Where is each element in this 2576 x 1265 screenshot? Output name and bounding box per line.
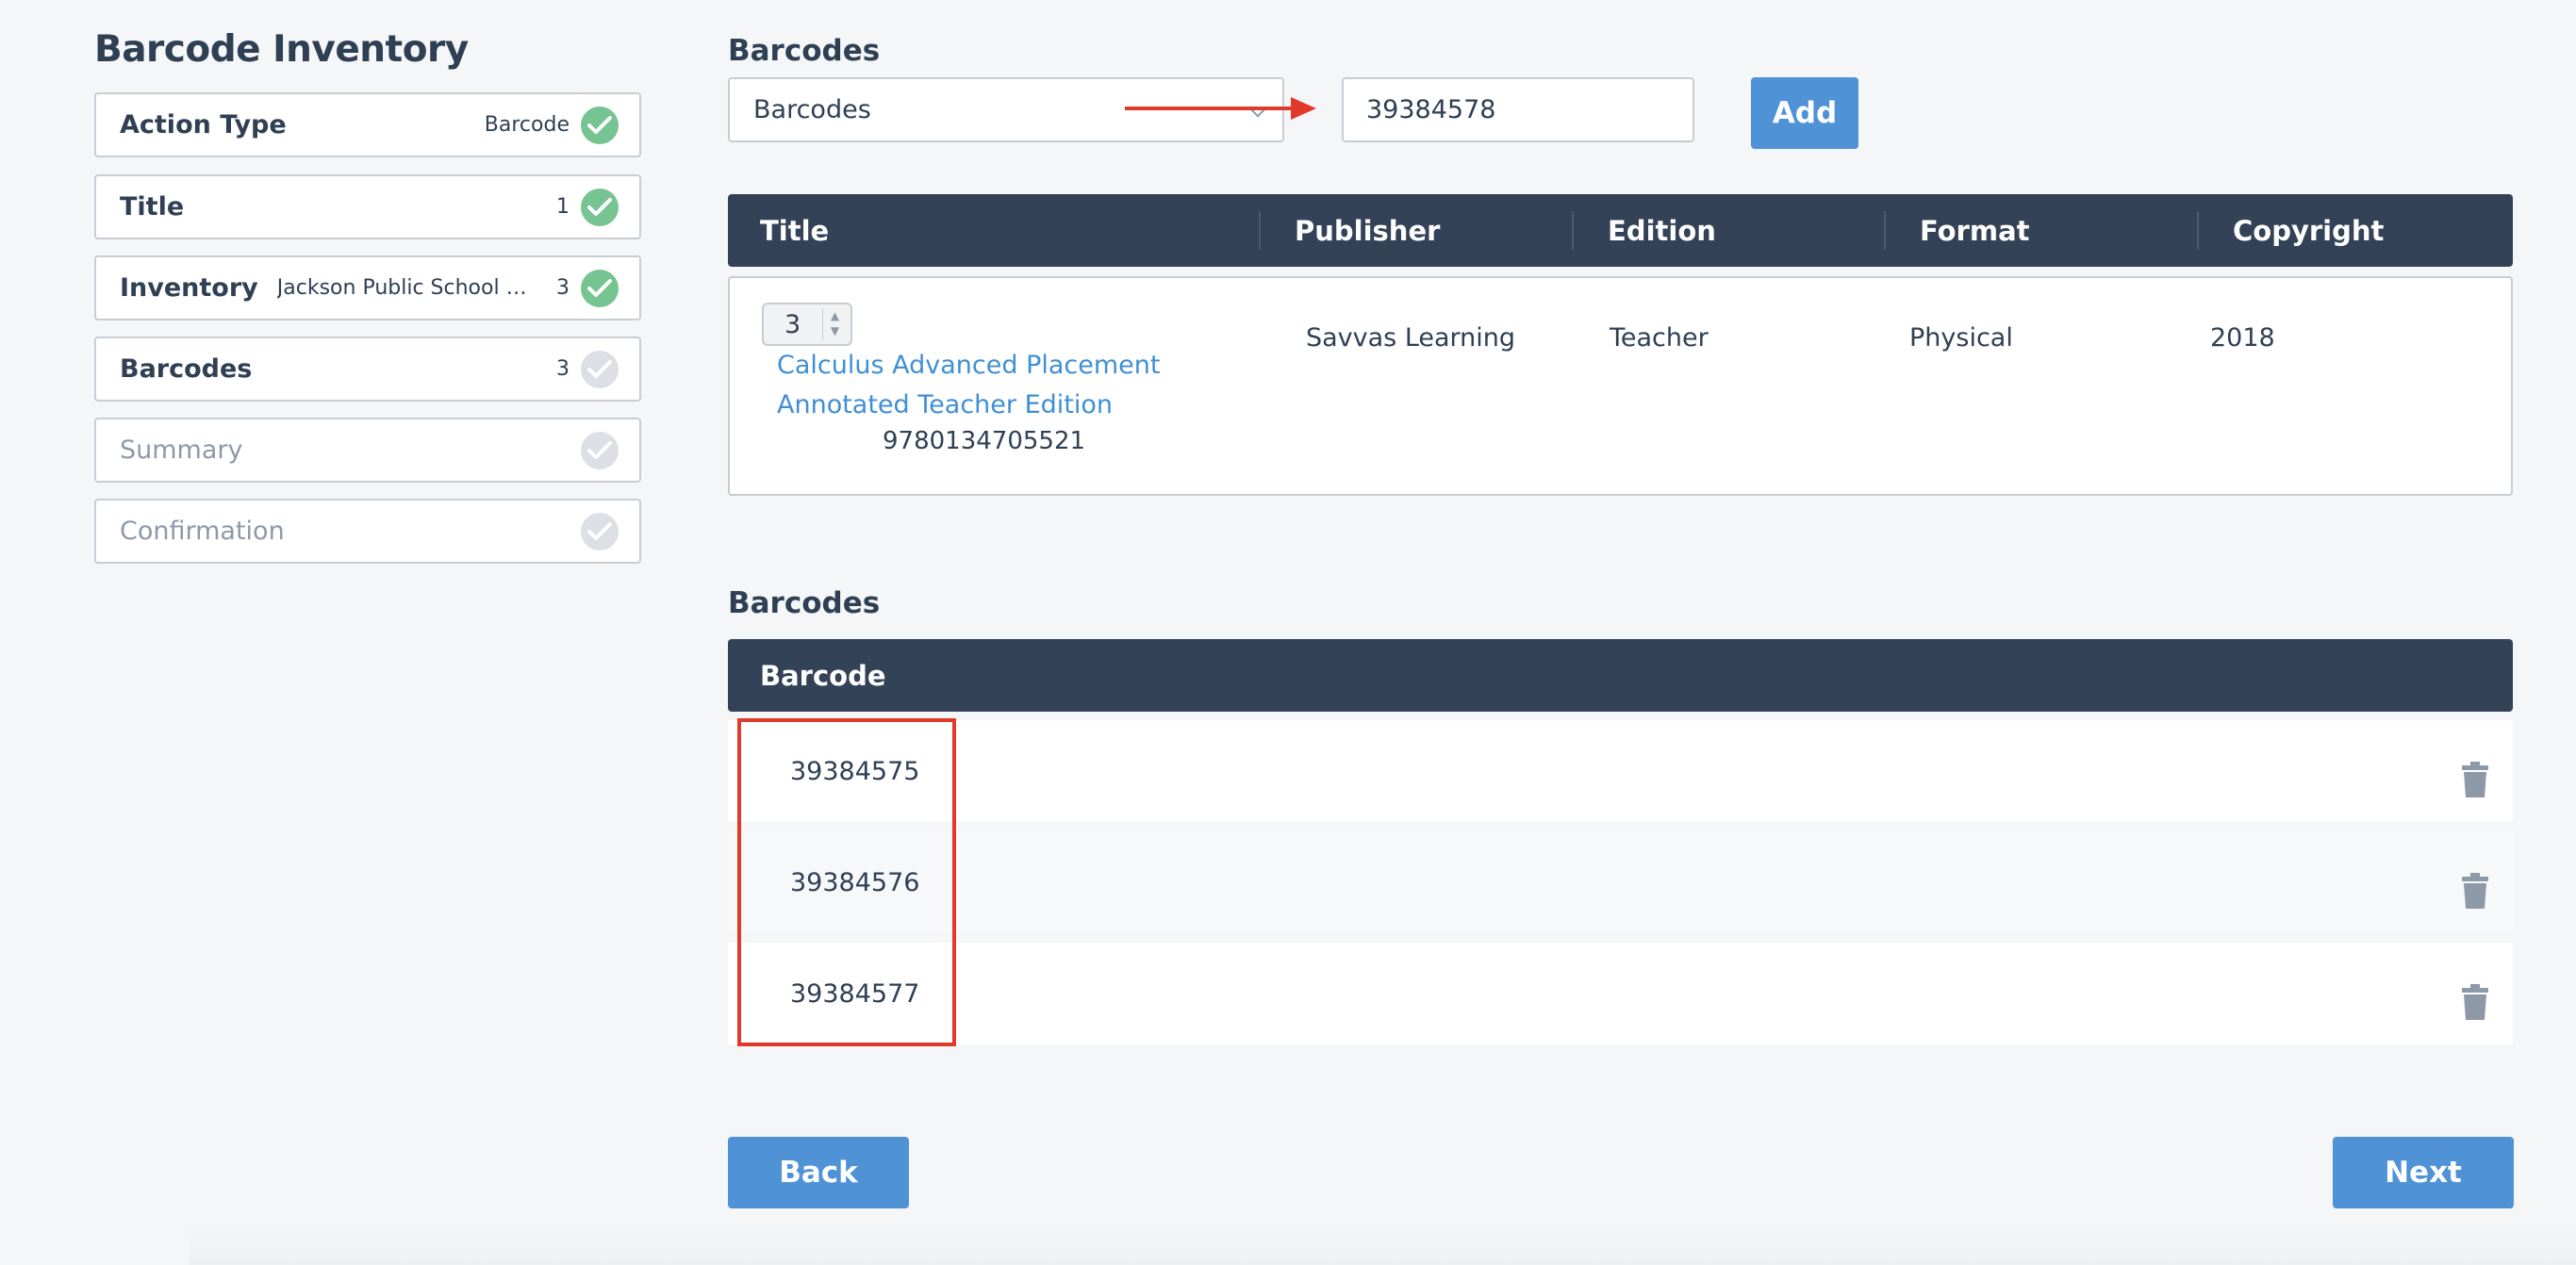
step-label: Inventory: [120, 273, 258, 303]
trash-icon[interactable]: [2462, 984, 2488, 1020]
edition-cell: Teacher: [1610, 323, 1709, 353]
back-button[interactable]: Back: [728, 1137, 909, 1208]
barcode-input[interactable]: [1342, 77, 1694, 142]
format-cell: Physical: [1909, 323, 2013, 353]
barcode-row: 39384577: [728, 943, 2513, 1044]
title-table-row: 3 ▲ ▼ Calculus Advanced Placement Annotat…: [728, 276, 2513, 496]
check-circle-icon: [581, 106, 619, 144]
next-button[interactable]: Next: [2333, 1137, 2514, 1208]
footer-shade: [189, 1222, 2576, 1265]
step-count: 3: [556, 276, 570, 300]
barcodes-table-header: Barcode: [728, 639, 2513, 712]
step-title[interactable]: Title 1: [94, 174, 641, 239]
step-count: 1: [556, 195, 570, 219]
barcode-row: 39384576: [728, 831, 2513, 933]
step-label: Confirmation: [120, 517, 285, 546]
barcode-value: 39384575: [790, 756, 920, 786]
check-circle-icon: [581, 431, 619, 469]
copyright-cell: 2018: [2210, 323, 2275, 353]
step-label: Barcodes: [120, 354, 253, 384]
barcode-value: 39384577: [790, 978, 920, 1009]
step-label: Summary: [120, 435, 243, 465]
quantity-stepper[interactable]: 3 ▲ ▼: [762, 303, 852, 346]
column-divider: [1572, 211, 1574, 250]
annotation-arrow-icon: [1125, 97, 1316, 120]
column-divider: [2197, 211, 2199, 250]
barcodes-section-label: Barcodes: [728, 586, 881, 620]
isbn: 9780134705521: [883, 427, 1086, 455]
column-divider: [1884, 211, 1886, 250]
select-value: Barcodes: [753, 95, 871, 124]
step-value: Barcode: [484, 113, 570, 137]
book-title-link[interactable]: Calculus Advanced Placement Annotated Te…: [777, 346, 1211, 425]
step-label: Title: [120, 192, 185, 222]
column-header-format: Format: [1920, 214, 2030, 247]
trash-icon[interactable]: [2462, 873, 2488, 909]
barcode-value: 39384576: [790, 867, 920, 897]
step-value: Jackson Public School Di...: [276, 276, 536, 300]
step-label: Action Type: [120, 110, 287, 140]
stepper-arrows-icon[interactable]: ▲ ▼: [822, 308, 847, 340]
column-header-copyright: Copyright: [2233, 214, 2385, 247]
add-section-label: Barcodes: [728, 34, 881, 68]
step-confirmation[interactable]: Confirmation: [94, 499, 641, 564]
check-circle-icon: [581, 350, 619, 388]
trash-icon[interactable]: [2462, 762, 2488, 797]
check-circle-icon: [581, 188, 619, 226]
quantity-value: 3: [784, 309, 801, 339]
title-table-header: Title Publisher Edition Format Copyright: [728, 194, 2513, 267]
step-sidebar: Barcode Inventory Action Type Barcode Ti…: [94, 28, 641, 564]
step-barcodes[interactable]: Barcodes 3: [94, 337, 641, 402]
column-header-edition: Edition: [1608, 214, 1716, 247]
column-header-title: Title: [760, 214, 830, 247]
column-header-publisher: Publisher: [1295, 214, 1441, 247]
check-circle-icon: [581, 512, 619, 550]
publisher-cell: Savvas Learning: [1306, 323, 1516, 353]
column-divider: [1259, 211, 1261, 250]
page-title: Barcode Inventory: [94, 28, 469, 71]
check-circle-icon: [581, 269, 619, 307]
step-inventory[interactable]: Inventory Jackson Public School Di... 3: [94, 255, 641, 320]
step-action-type[interactable]: Action Type Barcode: [94, 92, 641, 157]
column-header-barcode: Barcode: [760, 659, 886, 692]
barcode-row: 39384575: [728, 720, 2513, 822]
step-summary[interactable]: Summary: [94, 418, 641, 483]
add-button[interactable]: Add: [1751, 77, 1858, 149]
step-count: 3: [556, 357, 570, 381]
